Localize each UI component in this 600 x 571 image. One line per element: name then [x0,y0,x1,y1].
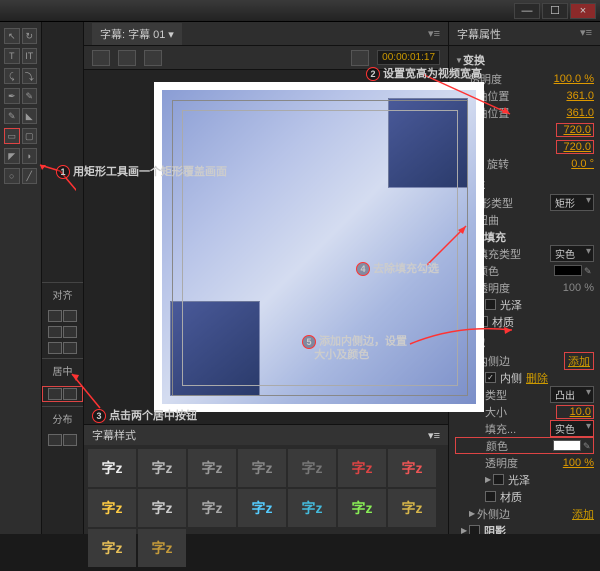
rectangle-tool[interactable]: ▭ [4,128,20,144]
styles-menu-icon[interactable]: ▾≡ [428,429,440,442]
props-tab[interactable]: 字幕属性 [457,29,501,41]
align-panel: 对齐 居中 分布 [42,22,84,534]
align-btn-5[interactable] [48,342,62,354]
graphic-type-select[interactable]: 矩形 [550,194,594,211]
dist-label: 分布 [42,406,83,430]
outer-stroke-add[interactable]: 添加 [572,506,594,522]
style-preset[interactable]: 字z [388,489,436,527]
line-tool[interactable]: ╱ [22,168,38,184]
path-type2-tool[interactable]: ⤵ [22,68,38,84]
style-preset[interactable]: 字z [338,489,386,527]
style-preset[interactable]: 字z [88,489,136,527]
anchor-del-tool[interactable]: ✎ [4,108,20,124]
shadow-check[interactable] [469,525,480,534]
rounded-rect-tool[interactable]: ▢ [22,128,38,144]
styles-header: 字幕样式 [92,427,136,443]
align-label: 对齐 [42,282,83,306]
opacity-value[interactable]: 100.0 % [554,73,594,85]
tool-strip: ↖↻ TIT ⤹⤵ ✒✎ ✎◣ ▭▢ ◤◗ ○╱ [0,22,42,534]
center-v-button[interactable] [63,388,77,400]
rot-value[interactable]: 0.0 ° [556,158,594,170]
align-btn-1[interactable] [48,310,62,322]
xpos-value[interactable]: 361.0 [556,90,594,102]
selection-tool[interactable]: ↖ [4,28,20,44]
ypos-value[interactable]: 361.0 [556,107,594,119]
eyedropper-icon[interactable]: ✎ [584,266,594,276]
anchor-conv-tool[interactable]: ◣ [22,108,38,124]
center-h-button[interactable] [48,388,62,400]
type-tool[interactable]: T [4,48,20,64]
stroke-size-value[interactable]: 10.0 [556,405,594,419]
style-preset[interactable]: 字z [388,449,436,487]
ellipse-tool[interactable]: ○ [4,168,20,184]
window-min[interactable]: — [514,3,540,19]
stroke-opacity[interactable]: 100 % [556,457,594,469]
style-preset[interactable]: 字z [238,489,286,527]
fill-color-swatch[interactable] [554,265,582,276]
stroke-type-select[interactable]: 凸出 [550,386,594,403]
stroke-tex-check[interactable] [485,491,496,502]
arc-tool[interactable]: ◗ [22,148,38,164]
panel-menu-icon[interactable]: ▾≡ [428,27,440,40]
style-preset[interactable]: 字z [138,449,186,487]
wedge-tool[interactable]: ◤ [4,148,20,164]
eyedropper-icon[interactable]: ✎ [583,441,593,451]
tool-opt-3[interactable] [144,50,162,66]
safe-rect-inner [182,110,458,386]
inner-stroke-add[interactable]: 添加 [564,352,594,370]
align-btn-4[interactable] [63,326,77,338]
stroke-color-swatch[interactable] [553,440,581,451]
align-btn-2[interactable] [63,310,77,322]
stroke-fill-select[interactable]: 实色 [550,420,594,437]
center-label: 居中 [42,358,83,382]
tool-opt-1[interactable] [92,50,110,66]
fill-opacity[interactable]: 100 % [556,282,594,294]
dist-btn-1[interactable] [48,434,62,446]
pen-tool[interactable]: ✒ [4,88,20,104]
timecode[interactable]: 00:00:01:17 [377,50,440,65]
style-preset[interactable]: 字z [138,489,186,527]
inner-delete[interactable]: 删除 [526,370,548,386]
stroke-gloss-check[interactable] [493,474,504,485]
canvas[interactable] [84,70,448,424]
align-btn-6[interactable] [63,342,77,354]
height-value[interactable]: 720.0 [556,140,594,154]
distort-section[interactable]: 扭曲 [477,212,594,228]
tool-opt-2[interactable] [118,50,136,66]
style-preset[interactable]: 字z [288,489,336,527]
style-preset[interactable]: 字z [338,449,386,487]
style-grid: 字z 字z 字z 字z 字z 字z 字z 字z 字z 字z 字z 字z 字z 字… [84,445,448,571]
style-preset[interactable]: 字z [188,449,236,487]
window-close[interactable]: × [570,3,596,19]
vtype-tool[interactable]: IT [22,48,38,64]
style-preset[interactable]: 字z [288,449,336,487]
align-btn-3[interactable] [48,326,62,338]
tc-icon[interactable] [351,50,369,66]
style-preset[interactable]: 字z [188,489,236,527]
window-max[interactable]: ☐ [542,3,568,19]
style-preset[interactable]: 字z [238,449,286,487]
props-menu-icon[interactable]: ▾≡ [580,26,592,39]
title-tab[interactable]: 字幕: 字幕 01 ▾ [92,23,182,45]
width-value[interactable]: 720.0 [556,123,594,137]
style-preset[interactable]: 字z [88,449,136,487]
style-preset[interactable]: 字z [138,529,186,567]
fill-type-select[interactable]: 实色 [550,245,594,262]
path-type-tool[interactable]: ⤹ [4,68,20,84]
anchor-tool[interactable]: ✎ [22,88,38,104]
dist-btn-2[interactable] [63,434,77,446]
inner-check[interactable]: ✓ [485,372,496,383]
rotate-tool[interactable]: ↻ [22,28,38,44]
tab-dropdown-icon[interactable]: ▾ [168,29,174,41]
gloss-checkbox[interactable] [485,299,496,310]
transform-section[interactable]: ▼变换 [455,50,594,70]
style-preset[interactable]: 字z [88,529,136,567]
